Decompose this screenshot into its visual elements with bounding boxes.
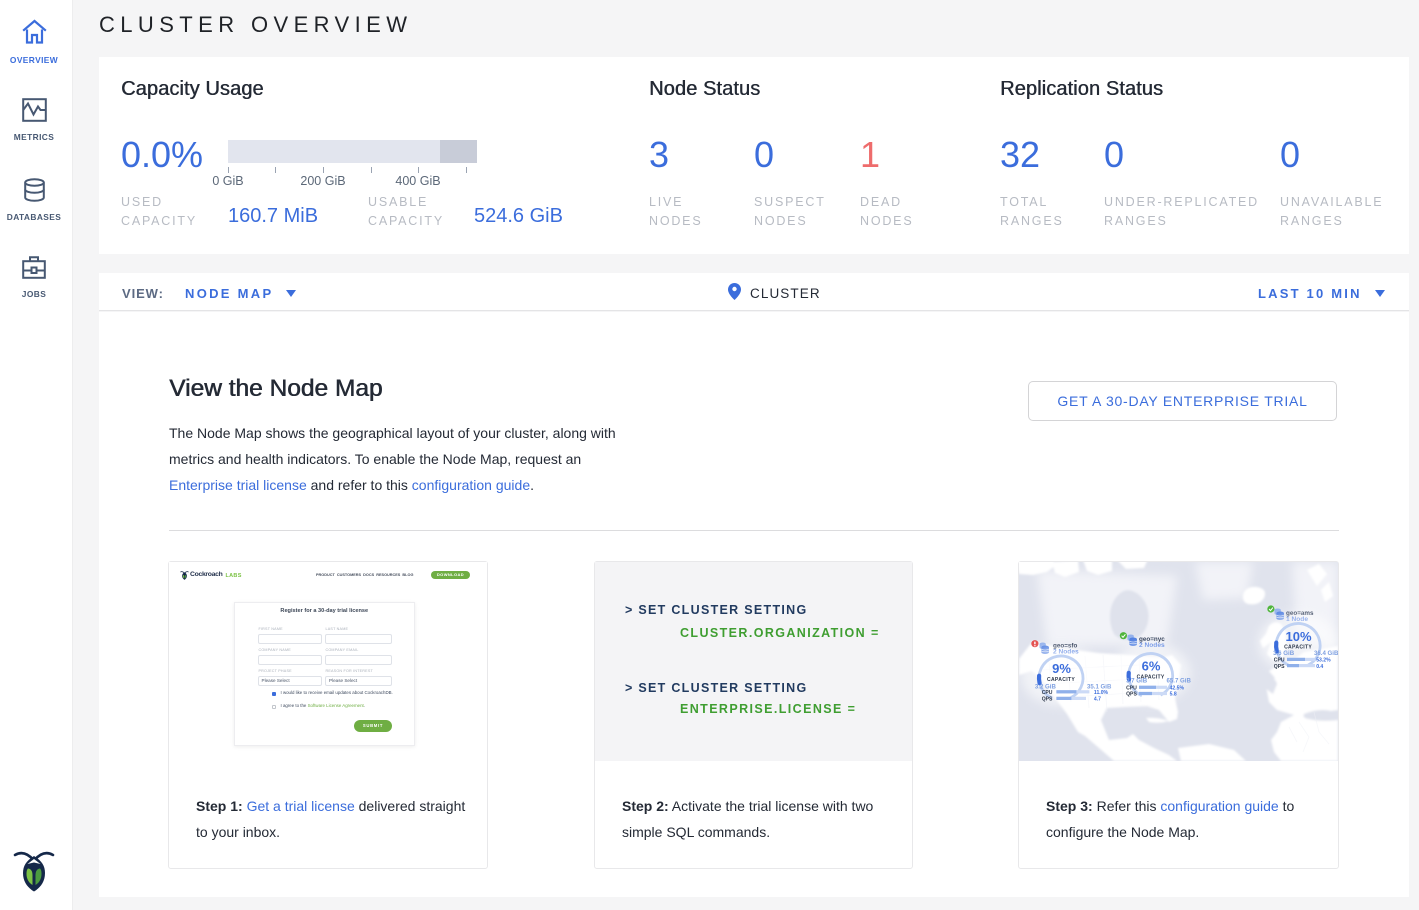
svg-text:CPU: CPU [1126, 686, 1137, 692]
svg-text:3.7 GiB: 3.7 GiB [1126, 678, 1148, 685]
svg-text:CAPACITY: CAPACITY [1047, 677, 1075, 683]
svg-text:6%: 6% [1142, 659, 1161, 674]
svg-text:11.0%: 11.0% [1094, 690, 1109, 696]
svg-text:5.8: 5.8 [1170, 692, 1177, 698]
svg-text:0.4: 0.4 [1316, 664, 1323, 670]
svg-text:3.6 GiB: 3.6 GiB [1273, 650, 1295, 657]
svg-text:9%: 9% [1052, 661, 1071, 676]
svg-text:4.7: 4.7 [1094, 697, 1101, 703]
svg-text:QPS: QPS [1042, 697, 1053, 703]
svg-text:CPU: CPU [1042, 690, 1053, 696]
svg-text:53.2%: 53.2% [1316, 658, 1331, 664]
svg-text:QPS: QPS [1274, 664, 1285, 670]
svg-text:QPS: QPS [1126, 692, 1137, 698]
svg-text:65.7 GiB: 65.7 GiB [1167, 678, 1192, 685]
svg-text:36.4 GiB: 36.4 GiB [1314, 650, 1338, 657]
svg-text:10%: 10% [1285, 629, 1311, 644]
svg-text:CPU: CPU [1274, 658, 1285, 664]
svg-text:42.5%: 42.5% [1170, 686, 1185, 692]
